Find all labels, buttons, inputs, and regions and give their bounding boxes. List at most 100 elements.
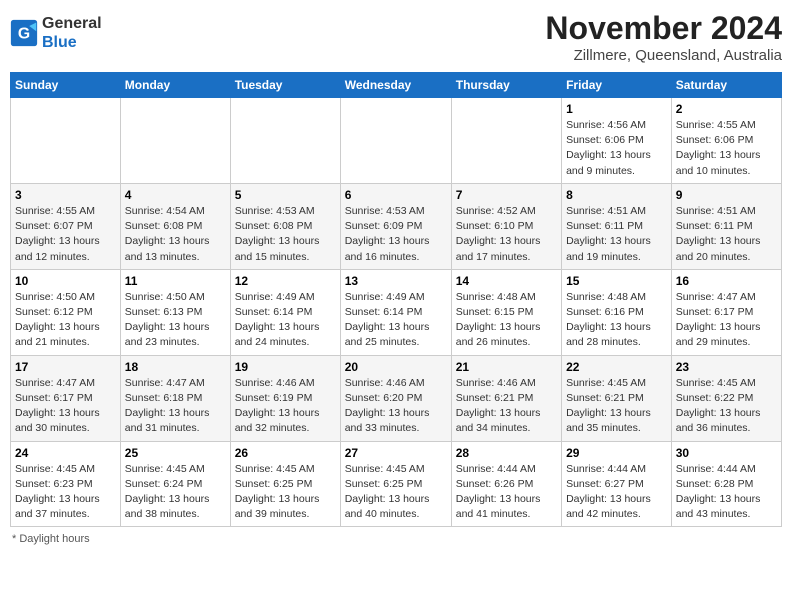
day-detail: Sunrise: 4:44 AM Sunset: 6:26 PM Dayligh… <box>456 462 557 523</box>
calendar-cell: 18 Sunrise: 4:47 AM Sunset: 6:18 PM Dayli… <box>120 355 230 441</box>
day-detail: Sunrise: 4:50 AM Sunset: 6:13 PM Dayligh… <box>125 290 226 351</box>
day-number: 28 <box>456 446 557 460</box>
location-subtitle: Zillmere, Queensland, Australia <box>545 47 782 64</box>
day-number: 7 <box>456 188 557 202</box>
calendar-cell: 5 Sunrise: 4:53 AM Sunset: 6:08 PM Daylig… <box>230 183 340 269</box>
day-number: 27 <box>345 446 447 460</box>
calendar-day-header: Tuesday <box>230 73 340 98</box>
day-number: 22 <box>566 360 667 374</box>
calendar-cell: 14 Sunrise: 4:48 AM Sunset: 6:15 PM Dayli… <box>451 269 561 355</box>
calendar-day-header: Saturday <box>671 73 781 98</box>
calendar-cell: 7 Sunrise: 4:52 AM Sunset: 6:10 PM Daylig… <box>451 183 561 269</box>
day-detail: Sunrise: 4:55 AM Sunset: 6:06 PM Dayligh… <box>676 118 777 179</box>
day-number: 13 <box>345 274 447 288</box>
day-detail: Sunrise: 4:48 AM Sunset: 6:16 PM Dayligh… <box>566 290 667 351</box>
svg-text:G: G <box>18 25 30 42</box>
calendar-week-row: 3 Sunrise: 4:55 AM Sunset: 6:07 PM Daylig… <box>11 183 782 269</box>
day-detail: Sunrise: 4:47 AM Sunset: 6:18 PM Dayligh… <box>125 376 226 437</box>
logo: G General Blue <box>10 10 102 52</box>
calendar-day-header: Wednesday <box>340 73 451 98</box>
day-number: 15 <box>566 274 667 288</box>
calendar-cell: 26Sunrise: 4:45 AM Sunset: 6:25 PM Dayli… <box>230 441 340 527</box>
day-number: 26 <box>235 446 336 460</box>
calendar-cell: 10 Sunrise: 4:50 AM Sunset: 6:12 PM Dayli… <box>11 269 121 355</box>
calendar-cell: 25Sunrise: 4:45 AM Sunset: 6:24 PM Dayli… <box>120 441 230 527</box>
calendar-cell: 30 Sunrise: 4:44 AM Sunset: 6:28 PM Dayli… <box>671 441 781 527</box>
calendar-day-header: Sunday <box>11 73 121 98</box>
day-number: 11 <box>125 274 226 288</box>
day-detail: Sunrise: 4:44 AM Sunset: 6:28 PM Dayligh… <box>676 462 777 523</box>
calendar-cell <box>11 98 121 184</box>
calendar-cell: 19 Sunrise: 4:46 AM Sunset: 6:19 PM Dayli… <box>230 355 340 441</box>
day-number: 30 <box>676 446 777 460</box>
day-number: 4 <box>125 188 226 202</box>
day-detail: Sunrise: 4:51 AM Sunset: 6:11 PM Dayligh… <box>566 204 667 265</box>
day-detail: Sunrise: 4:49 AM Sunset: 6:14 PM Dayligh… <box>345 290 447 351</box>
day-detail: Sunrise: 4:46 AM Sunset: 6:19 PM Dayligh… <box>235 376 336 437</box>
day-detail: Sunrise: 4:46 AM Sunset: 6:21 PM Dayligh… <box>456 376 557 437</box>
calendar-cell: 6Sunrise: 4:53 AM Sunset: 6:09 PM Daylig… <box>340 183 451 269</box>
logo-blue-text: Blue <box>42 34 77 51</box>
calendar-cell: 27 Sunrise: 4:45 AM Sunset: 6:25 PM Dayli… <box>340 441 451 527</box>
calendar-cell <box>120 98 230 184</box>
calendar-cell: 17Sunrise: 4:47 AM Sunset: 6:17 PM Dayli… <box>11 355 121 441</box>
calendar-cell <box>230 98 340 184</box>
calendar-week-row: 24Sunrise: 4:45 AM Sunset: 6:23 PM Dayli… <box>11 441 782 527</box>
calendar-cell: 29Sunrise: 4:44 AM Sunset: 6:27 PM Dayli… <box>562 441 672 527</box>
calendar-cell: 9 Sunrise: 4:51 AM Sunset: 6:11 PM Daylig… <box>671 183 781 269</box>
calendar-day-header: Friday <box>562 73 672 98</box>
calendar-week-row: 10 Sunrise: 4:50 AM Sunset: 6:12 PM Dayli… <box>11 269 782 355</box>
day-detail: Sunrise: 4:52 AM Sunset: 6:10 PM Dayligh… <box>456 204 557 265</box>
calendar-cell: 28 Sunrise: 4:44 AM Sunset: 6:26 PM Dayli… <box>451 441 561 527</box>
day-number: 19 <box>235 360 336 374</box>
title-block: November 2024 Zillmere, Queensland, Aust… <box>545 10 782 64</box>
day-number: 10 <box>15 274 116 288</box>
day-number: 5 <box>235 188 336 202</box>
day-detail: Sunrise: 4:47 AM Sunset: 6:17 PM Dayligh… <box>676 290 777 351</box>
calendar-cell: 20 Sunrise: 4:46 AM Sunset: 6:20 PM Dayli… <box>340 355 451 441</box>
day-detail: Sunrise: 4:45 AM Sunset: 6:22 PM Dayligh… <box>676 376 777 437</box>
calendar-cell: 12 Sunrise: 4:49 AM Sunset: 6:14 PM Dayli… <box>230 269 340 355</box>
calendar-cell: 16 Sunrise: 4:47 AM Sunset: 6:17 PM Dayli… <box>671 269 781 355</box>
day-detail: Sunrise: 4:48 AM Sunset: 6:15 PM Dayligh… <box>456 290 557 351</box>
day-detail: Sunrise: 4:46 AM Sunset: 6:20 PM Dayligh… <box>345 376 447 437</box>
calendar-week-row: 17Sunrise: 4:47 AM Sunset: 6:17 PM Dayli… <box>11 355 782 441</box>
calendar-cell: 1 Sunrise: 4:56 AM Sunset: 6:06 PM Daylig… <box>562 98 672 184</box>
calendar-cell: 3 Sunrise: 4:55 AM Sunset: 6:07 PM Daylig… <box>11 183 121 269</box>
logo-general-text: General <box>42 15 102 32</box>
calendar-day-header: Monday <box>120 73 230 98</box>
day-number: 8 <box>566 188 667 202</box>
day-detail: Sunrise: 4:45 AM Sunset: 6:25 PM Dayligh… <box>345 462 447 523</box>
day-number: 21 <box>456 360 557 374</box>
calendar-cell: 11 Sunrise: 4:50 AM Sunset: 6:13 PM Dayli… <box>120 269 230 355</box>
day-number: 3 <box>15 188 116 202</box>
calendar-day-header: Thursday <box>451 73 561 98</box>
day-number: 20 <box>345 360 447 374</box>
day-detail: Sunrise: 4:56 AM Sunset: 6:06 PM Dayligh… <box>566 118 667 179</box>
calendar-cell <box>451 98 561 184</box>
day-detail: Sunrise: 4:45 AM Sunset: 6:23 PM Dayligh… <box>15 462 116 523</box>
day-number: 9 <box>676 188 777 202</box>
day-detail: Sunrise: 4:44 AM Sunset: 6:27 PM Dayligh… <box>566 462 667 523</box>
day-number: 18 <box>125 360 226 374</box>
day-detail: Sunrise: 4:51 AM Sunset: 6:11 PM Dayligh… <box>676 204 777 265</box>
calendar-cell: 2 Sunrise: 4:55 AM Sunset: 6:06 PM Daylig… <box>671 98 781 184</box>
day-detail: Sunrise: 4:55 AM Sunset: 6:07 PM Dayligh… <box>15 204 116 265</box>
logo-icon: G <box>10 19 38 47</box>
day-number: 2 <box>676 102 777 116</box>
day-number: 1 <box>566 102 667 116</box>
day-number: 16 <box>676 274 777 288</box>
day-number: 14 <box>456 274 557 288</box>
day-detail: Sunrise: 4:50 AM Sunset: 6:12 PM Dayligh… <box>15 290 116 351</box>
calendar-cell: 21 Sunrise: 4:46 AM Sunset: 6:21 PM Dayli… <box>451 355 561 441</box>
calendar-week-row: 1 Sunrise: 4:56 AM Sunset: 6:06 PM Daylig… <box>11 98 782 184</box>
calendar-cell: 23 Sunrise: 4:45 AM Sunset: 6:22 PM Dayli… <box>671 355 781 441</box>
calendar-header-row: SundayMondayTuesdayWednesdayThursdayFrid… <box>11 73 782 98</box>
day-detail: Sunrise: 4:49 AM Sunset: 6:14 PM Dayligh… <box>235 290 336 351</box>
day-number: 12 <box>235 274 336 288</box>
day-detail: Sunrise: 4:53 AM Sunset: 6:08 PM Dayligh… <box>235 204 336 265</box>
calendar-cell: 8 Sunrise: 4:51 AM Sunset: 6:11 PM Daylig… <box>562 183 672 269</box>
calendar-cell <box>340 98 451 184</box>
day-detail: Sunrise: 4:53 AM Sunset: 6:09 PM Dayligh… <box>345 204 447 265</box>
day-number: 23 <box>676 360 777 374</box>
